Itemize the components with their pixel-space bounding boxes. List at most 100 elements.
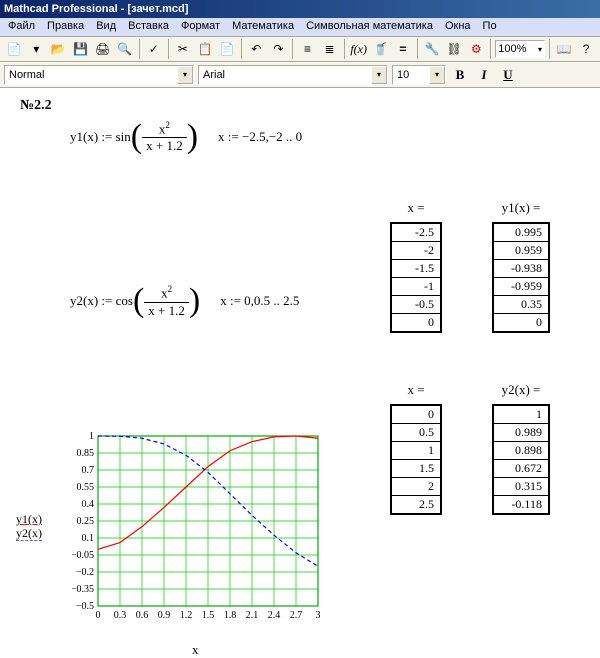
cell: 0.989 xyxy=(493,424,549,442)
menu-windows[interactable]: Окна xyxy=(439,18,477,36)
font-dropdown[interactable]: Arial xyxy=(198,65,388,85)
save-icon[interactable]: 💾 xyxy=(70,38,90,60)
cell: 2 xyxy=(391,478,441,496)
cell: 0.995 xyxy=(493,223,549,242)
range-2[interactable]: x := 0,0.5 .. 2.5 xyxy=(220,293,299,309)
svg-text:0.9: 0.9 xyxy=(158,610,171,621)
style-dropdown[interactable]: Normal xyxy=(4,65,194,85)
cell: 0.35 xyxy=(493,296,549,314)
redo-icon[interactable]: ↷ xyxy=(268,38,288,60)
cell: 0.959 xyxy=(493,242,549,260)
svg-text:0.85: 0.85 xyxy=(77,448,95,459)
cell: 0.315 xyxy=(493,478,549,496)
separator xyxy=(139,39,140,59)
svg-text:0.1: 0.1 xyxy=(82,533,95,544)
equation-1[interactable]: y1(x) := sin(x2x + 1.2) x := −2.5,−2 .. … xyxy=(70,120,580,154)
cell: 2.5 xyxy=(391,496,441,515)
units-icon[interactable]: 🥤 xyxy=(371,38,391,60)
plot-svg: 00.30.60.91.21.51.82.12.42.7310.850.70.5… xyxy=(72,432,322,622)
svg-text:0: 0 xyxy=(96,610,101,621)
plot-x-label: x xyxy=(192,642,199,658)
svg-text:1: 1 xyxy=(89,432,94,442)
menu-view[interactable]: Вид xyxy=(90,18,122,36)
new-icon[interactable]: 📄 xyxy=(4,38,24,60)
xy-plot[interactable]: y1(x) y2(x) x 00.30.60.91.21.51.82.12.42… xyxy=(42,432,332,640)
cell: 0.672 xyxy=(493,460,549,478)
svg-text:−0.2: −0.2 xyxy=(76,567,94,578)
svg-text:−0.5: −0.5 xyxy=(76,601,94,612)
cell: -0.118 xyxy=(493,496,549,515)
table-3: 0 0.5 1 1.5 2 2.5 xyxy=(390,404,442,515)
svg-text:1.5: 1.5 xyxy=(202,610,215,621)
separator xyxy=(417,39,418,59)
main-toolbar: 📄 ▾ 📂 💾 🖨 🔍 ✓ ✂ 📋 📄 ↶ ↷ ≡ ≣ f(x) 🥤 = 🔧 ⛓… xyxy=(0,36,600,62)
svg-text:0.3: 0.3 xyxy=(114,610,127,621)
section-title: №2.2 xyxy=(20,98,580,114)
document-area: №2.2 y1(x) := sin(x2x + 1.2) x := −2.5,−… xyxy=(0,88,600,333)
cell: 0.898 xyxy=(493,442,549,460)
spellcheck-icon[interactable]: ✓ xyxy=(144,38,164,60)
align-icon[interactable]: ≡ xyxy=(297,38,317,60)
component-icon[interactable]: 🔧 xyxy=(422,38,442,60)
bold-button[interactable]: B xyxy=(450,65,470,85)
underline-button[interactable]: U xyxy=(498,65,518,85)
cell: 1.5 xyxy=(391,460,441,478)
menu-help[interactable]: По xyxy=(477,18,503,36)
menu-symbolic[interactable]: Символьная математика xyxy=(300,18,439,36)
svg-text:0.7: 0.7 xyxy=(82,465,95,476)
window-title: Mathcad Professional - [зачет.mcd] xyxy=(0,0,600,18)
menu-math[interactable]: Математика xyxy=(226,18,300,36)
range-1[interactable]: x := −2.5,−2 .. 0 xyxy=(218,129,302,145)
menu-edit[interactable]: Правка xyxy=(41,18,90,36)
print-icon[interactable]: 🖨 xyxy=(93,38,113,60)
preview-icon[interactable]: 🔍 xyxy=(115,38,135,60)
svg-text:0.4: 0.4 xyxy=(82,499,95,510)
cell: -0.938 xyxy=(493,260,549,278)
svg-text:−0.05: −0.05 xyxy=(72,550,94,561)
svg-text:−0.35: −0.35 xyxy=(72,584,94,595)
svg-text:1.2: 1.2 xyxy=(180,610,193,621)
cell: 0.5 xyxy=(391,424,441,442)
fx-icon[interactable]: f(x) xyxy=(349,38,369,60)
svg-text:3: 3 xyxy=(316,610,321,621)
paste-icon[interactable]: 📄 xyxy=(217,38,237,60)
separator xyxy=(490,39,491,59)
svg-text:0.25: 0.25 xyxy=(77,516,95,527)
cell: -0.959 xyxy=(493,278,549,296)
align2-icon[interactable]: ≣ xyxy=(320,38,340,60)
plot-y-legend: y1(x) y2(x) xyxy=(16,512,42,541)
help-icon[interactable]: 📖 xyxy=(554,38,574,60)
menu-format[interactable]: Формат xyxy=(175,18,226,36)
format-toolbar: Normal Arial 10 B I U xyxy=(0,62,600,88)
zoom-dropdown[interactable]: 100% xyxy=(495,40,545,58)
cell: 0 xyxy=(493,314,549,333)
context-help-icon[interactable]: ? xyxy=(576,38,596,60)
open-icon[interactable]: 📂 xyxy=(48,38,68,60)
cell: 0 xyxy=(391,314,441,333)
copy-icon[interactable]: 📋 xyxy=(195,38,215,60)
menu-insert[interactable]: Вставка xyxy=(122,18,175,36)
table-2: 0.995 0.959 -0.938 -0.959 0.35 0 xyxy=(492,222,550,333)
svg-text:2.4: 2.4 xyxy=(268,610,281,621)
resource-icon[interactable]: ⚙ xyxy=(466,38,486,60)
calc-icon[interactable]: = xyxy=(393,38,413,60)
cell: 1 xyxy=(493,405,549,424)
italic-button[interactable]: I xyxy=(474,65,494,85)
menu-file[interactable]: Файл xyxy=(2,18,41,36)
separator xyxy=(344,39,345,59)
table-4: 1 0.989 0.898 0.672 0.315 -0.118 xyxy=(492,404,550,515)
undo-icon[interactable]: ↶ xyxy=(246,38,266,60)
cut-icon[interactable]: ✂ xyxy=(173,38,193,60)
tables-2: x = 0 0.5 1 1.5 2 2.5 y2(x) = 1 0.989 0.… xyxy=(390,382,550,515)
cell: -1.5 xyxy=(391,260,441,278)
cell: -2.5 xyxy=(391,223,441,242)
hyperlink-icon[interactable]: ⛓ xyxy=(444,38,464,60)
table-4-header: y2(x) = xyxy=(492,382,550,398)
separator xyxy=(168,39,169,59)
fontsize-dropdown[interactable]: 10 xyxy=(392,65,446,85)
svg-text:2.7: 2.7 xyxy=(290,610,303,621)
cell: -0.5 xyxy=(391,296,441,314)
dropdown-icon[interactable]: ▾ xyxy=(26,38,46,60)
table-3-header: x = xyxy=(390,382,442,398)
svg-text:0.6: 0.6 xyxy=(136,610,149,621)
